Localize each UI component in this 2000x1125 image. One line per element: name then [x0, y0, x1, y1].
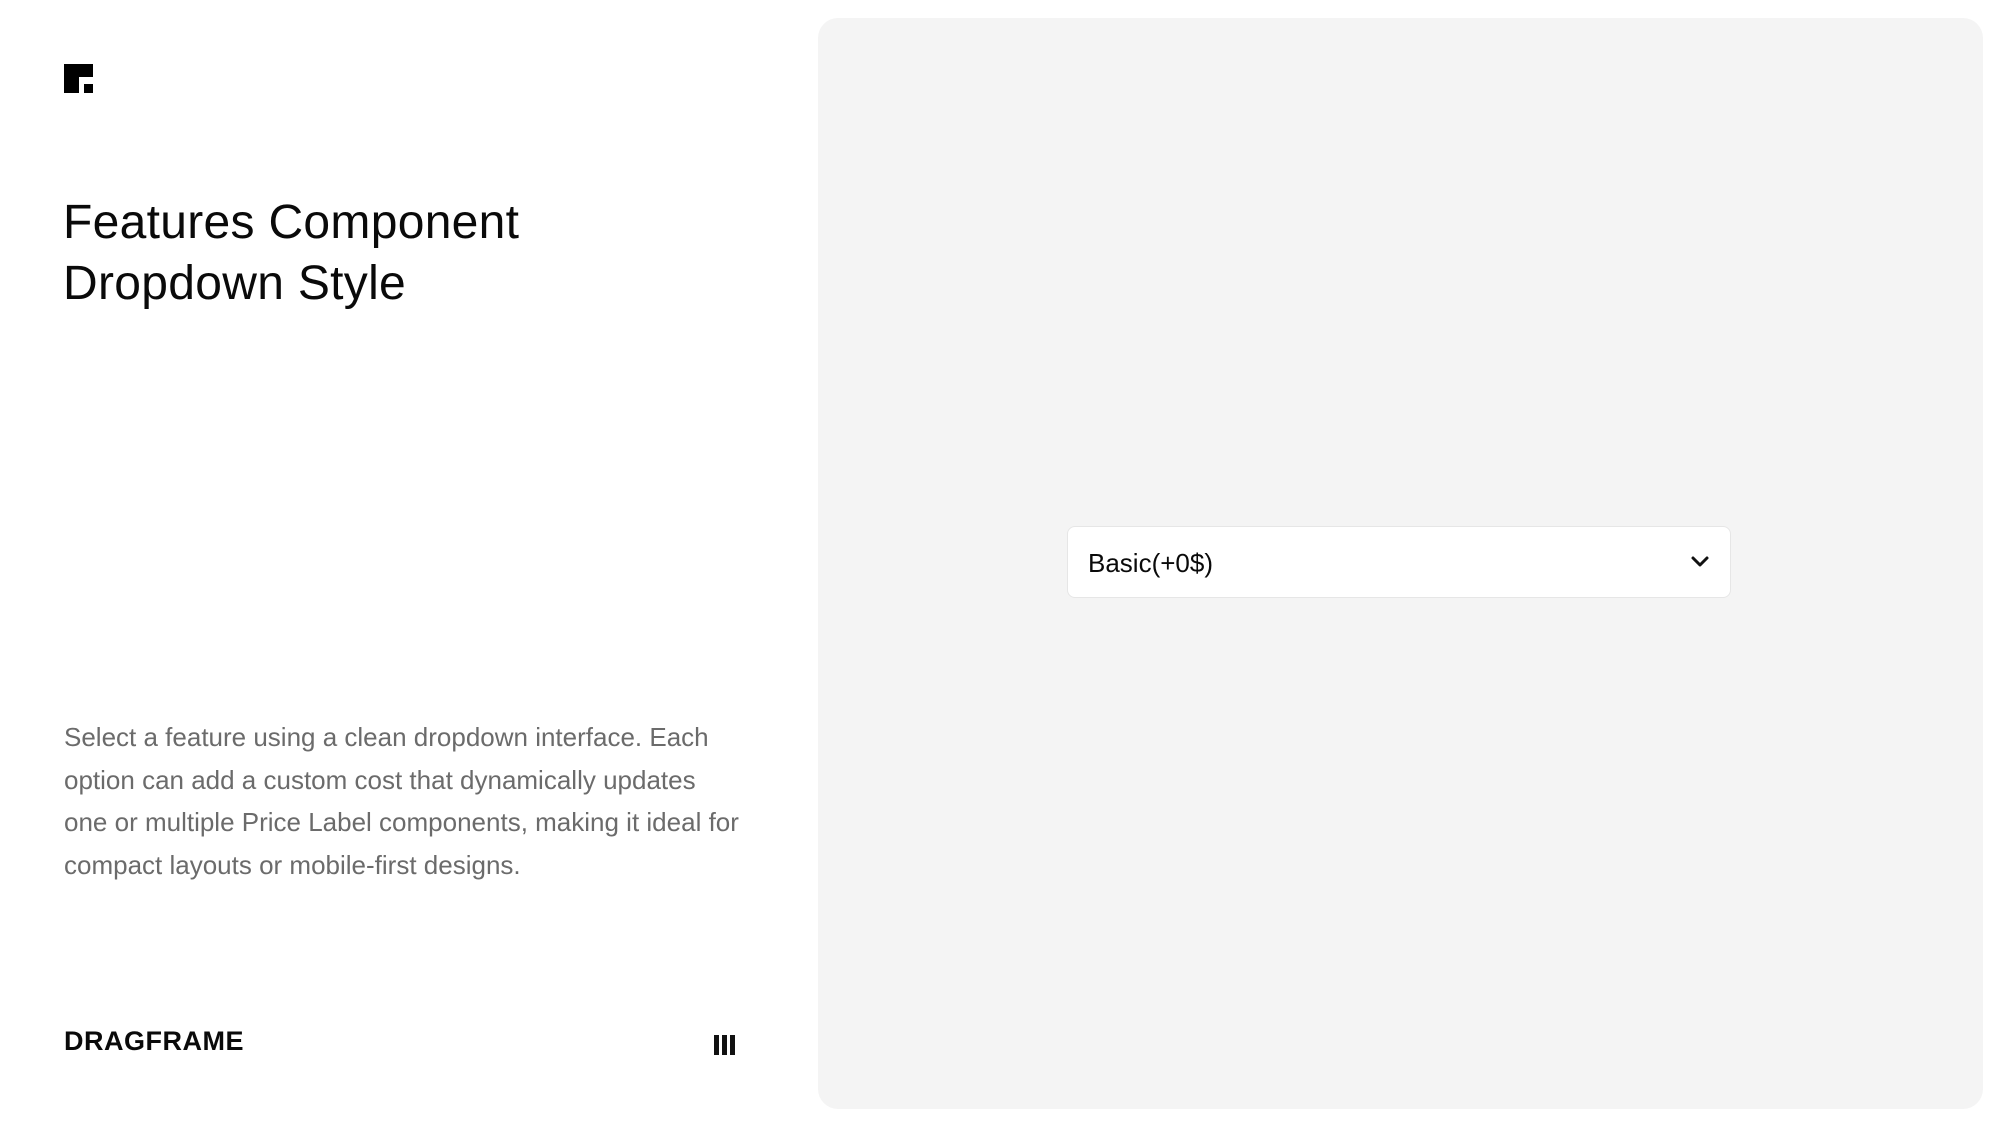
dropdown-selected-value: Basic(+0$)	[1088, 548, 1213, 578]
features-dropdown[interactable]: Basic(+0$)	[1067, 526, 1731, 598]
bars-menu-icon[interactable]	[714, 1035, 736, 1055]
page-title-line-1: Features Component	[63, 196, 520, 249]
brand-name[interactable]: DRAGFRAME	[64, 1026, 244, 1057]
page-title: Features Component Dropdown Style	[63, 192, 763, 314]
chevron-down-icon	[1690, 555, 1710, 569]
page-title-line-2: Dropdown Style	[63, 257, 407, 310]
logo-icon[interactable]	[64, 64, 93, 93]
component-description: Select a feature using a clean dropdown …	[64, 722, 739, 880]
page: Features Component Dropdown Style Select…	[0, 0, 2000, 1125]
info-panel: Features Component Dropdown Style Select…	[0, 0, 818, 1125]
component-preview-area: Basic(+0$)	[818, 18, 1983, 1109]
